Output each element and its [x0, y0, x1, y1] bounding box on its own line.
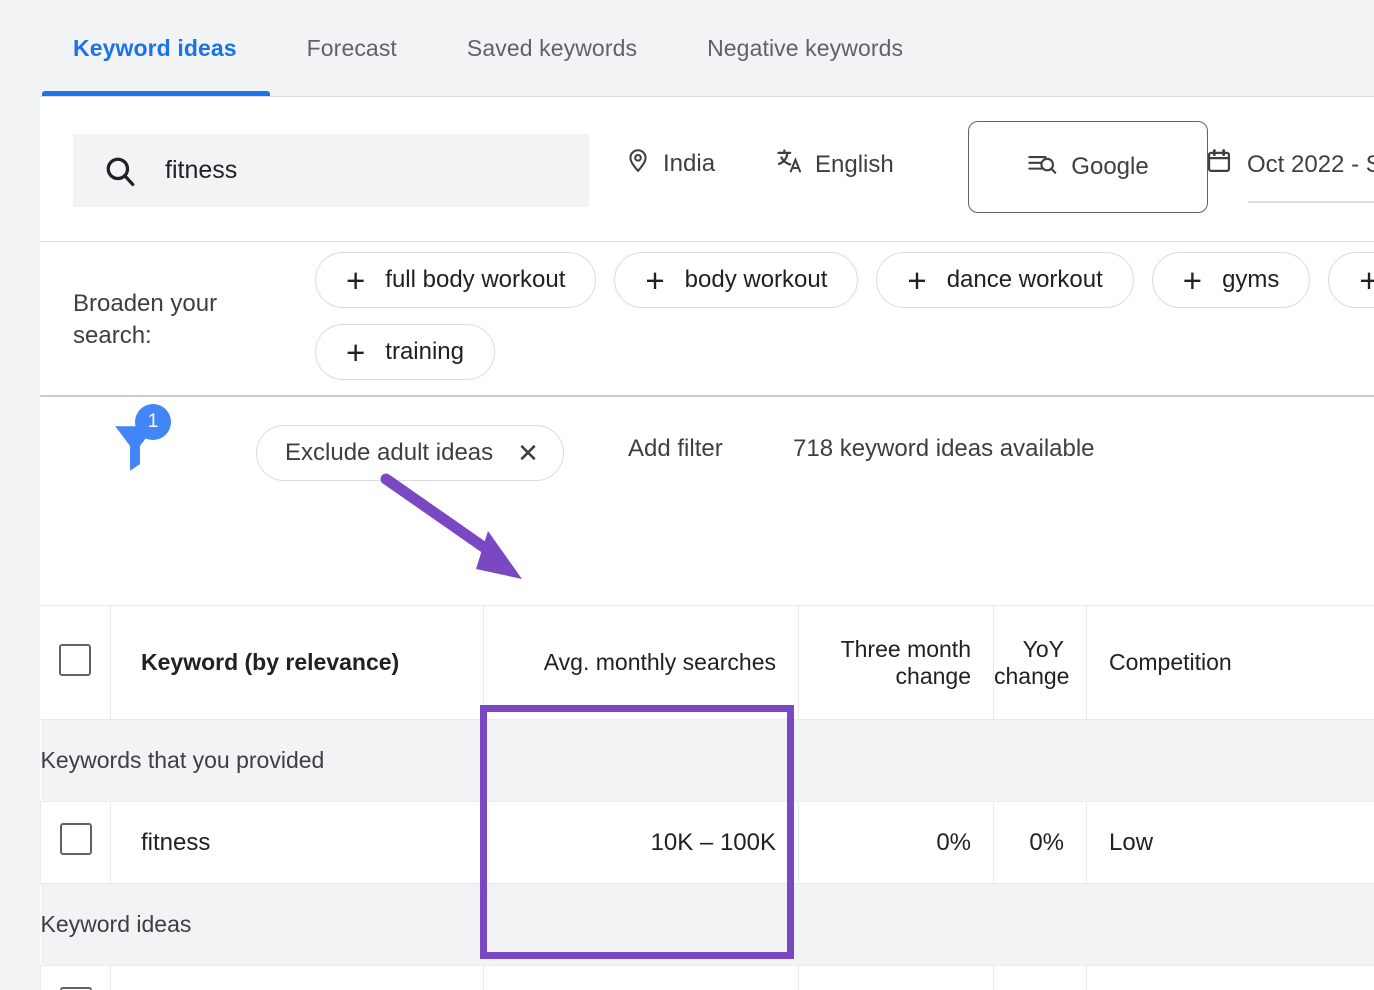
broaden-chip-label: gyms	[1222, 266, 1280, 293]
plus-icon: +	[907, 261, 927, 299]
search-scope-row: fitness India English Google Oct 2022 - …	[40, 97, 1374, 242]
cell-competition: Low	[1086, 801, 1374, 884]
funnel-filter-icon	[110, 426, 160, 478]
tab-forecast[interactable]: Forecast	[272, 0, 432, 97]
filter-indicator[interactable]: 1	[110, 404, 171, 479]
add-filter-button[interactable]: Add filter	[628, 435, 723, 463]
group-title: Keywords that you provided	[40, 747, 325, 773]
table-row[interactable]: treadmill 100K – 1M 0% 0% High	[40, 965, 1374, 990]
cell-keyword: treadmill	[110, 965, 484, 990]
calendar-icon	[1205, 147, 1247, 182]
select-all-checkbox[interactable]	[59, 643, 92, 676]
search-input[interactable]: fitness	[73, 134, 589, 207]
group-header-row: Keywords that you provided	[40, 719, 1374, 802]
network-label: Google	[1071, 153, 1149, 180]
tab-label: Negative keywords	[707, 35, 904, 61]
plus-icon: +	[1182, 261, 1203, 299]
date-range-selector[interactable]: Oct 2022 - S	[1205, 147, 1374, 182]
row-checkbox-cell	[40, 965, 111, 990]
header-competition[interactable]: Competition	[1086, 605, 1374, 720]
group-title-cell: Keywords that you provided	[40, 719, 1374, 802]
broaden-chip-label: full body workout	[385, 266, 566, 293]
tab-list: Keyword ideas Forecast Saved keywords Ne…	[40, 0, 938, 97]
plus-icon: +	[1359, 261, 1374, 299]
broaden-chip-label: dance workout	[946, 266, 1103, 293]
cell-avg-monthly-searches: 10K – 100K	[483, 801, 799, 884]
broaden-search-row: Broaden your search: + full body workout …	[40, 242, 1374, 397]
row-checkbox[interactable]	[59, 823, 92, 855]
cell-yoy-change: 0%	[993, 801, 1087, 884]
broaden-chip[interactable]: + training	[315, 324, 495, 380]
cell-avg-monthly-searches: 100K – 1M	[483, 965, 799, 990]
row-checkbox-cell	[40, 801, 111, 884]
close-x-icon[interactable]: ✕	[517, 440, 539, 466]
cell-competition: High	[1086, 965, 1374, 990]
translate-icon	[775, 147, 815, 182]
plus-icon: +	[346, 333, 366, 371]
plus-icon: +	[346, 261, 366, 299]
active-filter-label: Exclude adult ideas	[285, 439, 494, 466]
tab-saved-keywords[interactable]: Saved keywords	[432, 0, 672, 97]
network-search-icon	[1027, 151, 1071, 184]
table-header: Keyword (by relevance) Avg. monthly sear…	[40, 605, 1374, 720]
cell-yoy-change: 0%	[993, 965, 1087, 990]
broaden-chip[interactable]: + dance workout	[876, 252, 1134, 308]
filter-count-badge: 1	[135, 404, 171, 440]
plus-icon: +	[645, 261, 665, 299]
table-body: Keywords that you provided fitness 10K –…	[40, 719, 1374, 990]
cell-three-month-change: 0%	[798, 965, 994, 990]
group-header-row: Keyword ideas	[40, 883, 1374, 966]
tab-negative-keywords[interactable]: Negative keywords	[672, 0, 938, 97]
search-icon	[103, 154, 137, 188]
broaden-chip-row-2: + training	[315, 324, 1374, 380]
available-count-label: 718 keyword ideas available	[793, 435, 1095, 462]
broaden-chip-group: + full body workout + body workout + dance …	[315, 252, 1374, 396]
location-pin-icon	[625, 147, 663, 180]
location-selector[interactable]: India	[625, 147, 715, 180]
broaden-label: Broaden your search:	[73, 290, 218, 349]
group-title: Keyword ideas	[40, 911, 192, 937]
filter-row: Exclude adult ideas ✕ Add filter 718 key…	[40, 397, 1374, 509]
broaden-chip-label: training	[385, 338, 464, 365]
date-range-label: Oct 2022 - S	[1247, 150, 1374, 178]
table-row[interactable]: fitness 10K – 100K 0% 0% Low	[40, 801, 1374, 884]
location-label: India	[663, 149, 716, 177]
language-label: English	[815, 150, 894, 178]
tabbar: Keyword ideas Forecast Saved keywords Ne…	[0, 0, 1374, 97]
header-avg-monthly-searches[interactable]: Avg. monthly searches	[483, 605, 799, 720]
header-yoy-change[interactable]: YoY change	[993, 605, 1087, 720]
tab-label: Saved keywords	[466, 35, 638, 61]
tab-label: Keyword ideas	[73, 35, 237, 61]
group-title-cell: Keyword ideas	[40, 883, 1374, 966]
broaden-chip[interactable]: + gyms	[1151, 252, 1311, 308]
language-selector[interactable]: English	[775, 147, 894, 182]
broaden-chip[interactable]: + full body workout	[315, 252, 597, 308]
tab-label: Forecast	[306, 35, 397, 61]
cell-three-month-change: 0%	[798, 801, 994, 884]
network-selector-button[interactable]: Google	[968, 121, 1208, 213]
broaden-chip[interactable]: +g	[1328, 252, 1374, 308]
table-header-row: Keyword (by relevance) Avg. monthly sear…	[40, 605, 1374, 720]
broaden-chip-label: body workout	[684, 266, 828, 293]
header-keyword[interactable]: Keyword (by relevance)	[110, 605, 484, 720]
keyword-ideas-table: Keyword (by relevance) Avg. monthly sear…	[40, 605, 1374, 990]
active-filter-chip[interactable]: Exclude adult ideas ✕	[256, 425, 564, 481]
header-three-month-change[interactable]: Three month change	[798, 605, 994, 720]
tab-keyword-ideas[interactable]: Keyword ideas	[40, 0, 272, 97]
cell-keyword: fitness	[110, 801, 484, 884]
select-all-header	[40, 605, 111, 720]
broaden-chip[interactable]: + body workout	[614, 252, 859, 308]
keyword-planner-screen: Keyword ideas Forecast Saved keywords Ne…	[0, 0, 1374, 990]
search-input-value: fitness	[165, 156, 238, 184]
broaden-chip-row-1: + full body workout + body workout + dance …	[315, 252, 1374, 308]
date-range-underline	[1248, 201, 1374, 203]
content-panel: fitness India English Google Oct 2022 - …	[40, 96, 1374, 990]
